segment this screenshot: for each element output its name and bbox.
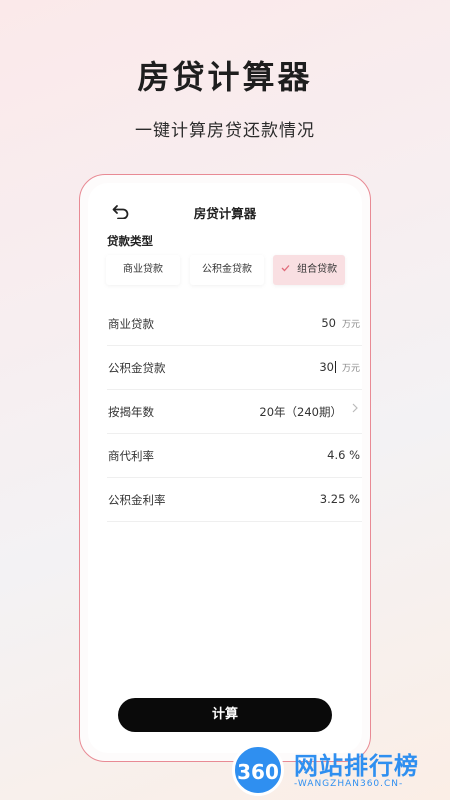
fund-loan-value: 30 [319,360,334,374]
chevron-right-icon [352,402,358,416]
watermark-url: -WANGZHAN360.CN- [294,779,404,789]
fund-loan-input[interactable]: 30 [319,360,336,374]
fund-rate-label: 公积金利率 [108,493,166,507]
hero-subtitle: 一键计算房贷还款情况 [135,121,315,141]
fund-rate-input[interactable]: 3.25 % [320,492,360,506]
loan-type-label: 贷款类型 [107,234,153,248]
commercial-rate-label: 商代利率 [108,449,154,463]
text-cursor [335,361,336,373]
phone-frame: 房贷计算器 贷款类型 商业贷款 公积金贷款 组合贷款 商业贷款 50 万元 公积… [79,174,371,762]
fund-loan-label: 公积金贷款 [108,361,166,375]
fund-loan-row: 公积金贷款 30 万元 [107,345,362,390]
commercial-rate-row: 商代利率 4.6 % [107,433,362,478]
commercial-loan-row: 商业贷款 50 万元 [107,301,362,346]
calculate-button[interactable]: 计算 [118,698,332,732]
app-title: 房贷计算器 [193,206,257,221]
loan-type-label: 公积金贷款 [202,264,252,275]
commercial-loan-unit: 万元 [341,320,360,330]
watermark-logo: 360 [232,744,284,796]
loan-type-combined-button[interactable]: 组合贷款 [273,255,345,285]
mortgage-years-value: 20年（240期） [259,405,342,419]
fund-loan-unit: 万元 [341,364,360,374]
watermark-name: 网站排行榜 [294,752,419,780]
commercial-loan-input[interactable]: 50 [321,316,336,330]
loan-type-commercial-button[interactable]: 商业贷款 [106,255,180,285]
mortgage-years-label: 按揭年数 [108,405,154,419]
watermark: 360 网站排行榜 -WANGZHAN360.CN- [232,742,444,798]
app-screen: 房贷计算器 贷款类型 商业贷款 公积金贷款 组合贷款 商业贷款 50 万元 公积… [88,183,362,753]
loan-type-label: 组合贷款 [297,264,338,275]
commercial-rate-input[interactable]: 4.6 % [327,448,360,462]
fund-rate-row: 公积金利率 3.25 % [107,477,362,522]
commercial-loan-label: 商业贷款 [108,317,154,331]
loan-type-label: 商业贷款 [123,264,163,275]
hero-title: 房贷计算器 [137,58,313,96]
mortgage-years-row[interactable]: 按揭年数 20年（240期） [107,389,362,434]
loan-type-fund-button[interactable]: 公积金贷款 [190,255,264,285]
check-icon [281,264,293,275]
